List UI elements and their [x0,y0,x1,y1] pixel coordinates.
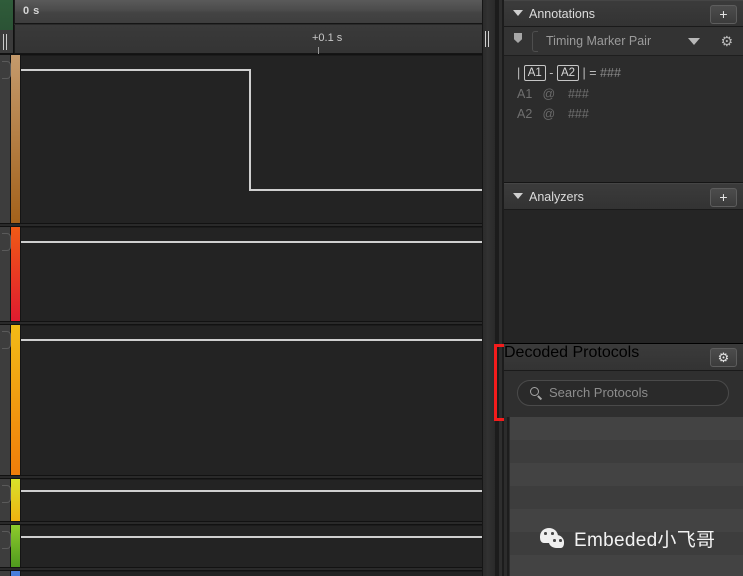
waveform-right-splitter[interactable] [482,0,495,576]
add-analyzer-button[interactable]: + [710,188,737,207]
channel-handle-5[interactable] [0,571,11,576]
annotations-title: Annotations [529,7,596,21]
delta-prefix: | [517,66,521,80]
waveform-segment-high [21,536,482,538]
annotations-empty-area [504,139,743,183]
timeline-zero-label: 0 s [23,5,40,17]
annotation-delta-row: | A1 - A2 | = ### [517,65,621,81]
watermark: Embeded小飞哥 [540,525,715,552]
waveform-region: 0 s +0.1 s [0,0,495,576]
decoded-protocols-list[interactable]: Embeded小飞哥 [504,417,743,576]
waveform-edge-falling [249,69,251,191]
delta-equals: = [589,66,597,80]
delta-dash: - [549,66,554,80]
decoded-protocols-search-area: Search Protocols [504,371,743,417]
channel-plot-1[interactable] [20,227,482,321]
search-protocols-placeholder: Search Protocols [549,385,648,400]
timeline-corner-marker [0,0,14,30]
search-icon [530,387,539,396]
a1-label: A1 [517,87,533,101]
decoded-protocols-header[interactable]: Decoded Protocols ⚙ [504,344,743,371]
channel-handle-2[interactable] [0,325,11,475]
marker-type-label: Timing Marker Pair [546,34,652,48]
annotation-values: | A1 - A2 | = ### A1 @ ### A2 @ ### [504,56,743,139]
chevron-down-icon[interactable] [513,193,523,199]
side-panel: Annotations + Timing Marker Pair ⚙ | A1 … [494,0,743,576]
timeline-ruler-minor[interactable]: +0.1 s [14,25,495,54]
analyzers-title: Analyzers [529,190,584,204]
waveform-segment-low [249,189,482,191]
analyzers-empty-area [504,210,743,344]
add-annotation-button[interactable]: + [710,5,737,24]
search-protocols-input[interactable]: Search Protocols [517,380,729,406]
channel-plot-2[interactable] [20,325,482,475]
a2-value: ### [567,107,589,121]
panel-splitter[interactable] [495,0,504,576]
analyzers-panel-header[interactable]: Analyzers + [504,183,743,210]
decoded-protocols-panel: Decoded Protocols ⚙ Search Protocols [494,344,743,421]
channel-row-4[interactable] [0,524,495,568]
waveform-segment-high [21,241,482,243]
a2-label: A2 [517,107,533,121]
channel-row-3[interactable] [0,478,495,522]
a1-at: @ [542,87,556,101]
channel-plot-4[interactable] [20,525,482,567]
annotation-marker-selector[interactable]: Timing Marker Pair ⚙ [504,27,743,61]
decoded-protocols-title: Decoded Protocols [504,344,640,361]
channel-handle-1[interactable] [0,227,11,321]
channel-color-strip-0 [11,55,20,223]
list-left-stripe [504,417,510,576]
channel-plot-5[interactable] [20,571,482,576]
gear-icon[interactable]: ⚙ [720,34,733,48]
channel-handle-3[interactable] [0,479,11,521]
channel-color-strip-4 [11,525,20,567]
marker-type-combo[interactable]: Timing Marker Pair [532,27,743,61]
waveform-segment-high [21,339,482,341]
timeline-offset-label: +0.1 s [312,32,343,44]
annotation-a2-row: A2 @ ### [517,107,589,121]
channel-color-strip-1 [11,227,20,321]
timeline-ruler-major[interactable]: 0 s [14,0,495,24]
marker-a1-badge[interactable]: A1 [523,65,546,81]
channel-plot-0[interactable] [20,55,482,223]
delta-value: ### [600,66,621,80]
combo-bracket [532,31,538,52]
channel-row-1[interactable] [0,226,495,322]
annotation-a1-row: A1 @ ### [517,87,589,101]
channel-color-strip-5 [11,571,20,576]
chevron-down-icon[interactable] [513,10,523,16]
timeline-corner-spacer [0,30,14,54]
wechat-icon [540,528,565,549]
watermark-text: Embeded小飞哥 [574,530,716,551]
a2-at: @ [542,107,556,121]
channel-color-strip-2 [11,325,20,475]
marker-pin-icon [514,33,522,43]
channel-plot-3[interactable] [20,479,482,521]
channel-color-strip-3 [11,479,20,521]
timeline-tick [318,47,319,54]
timeline-left-grip[interactable] [2,34,9,50]
channel-row-2[interactable] [0,324,495,476]
waveform-segment-high [21,490,482,492]
delta-suffix: | [582,66,586,80]
channel-row-0[interactable] [0,54,495,224]
channel-row-5[interactable] [0,570,495,576]
channel-handle-4[interactable] [0,525,11,567]
a1-value: ### [567,87,589,101]
chevron-down-icon[interactable] [688,38,700,45]
annotations-panel-header[interactable]: Annotations + [504,0,743,27]
marker-a2-badge[interactable]: A2 [556,65,580,81]
app-window: 0 s +0.1 s Annotations + Timing Marker P… [0,0,743,576]
decoded-protocols-settings-button[interactable]: ⚙ [710,348,737,367]
waveform-segment-high [21,69,251,71]
channel-handle-0[interactable] [0,55,11,223]
